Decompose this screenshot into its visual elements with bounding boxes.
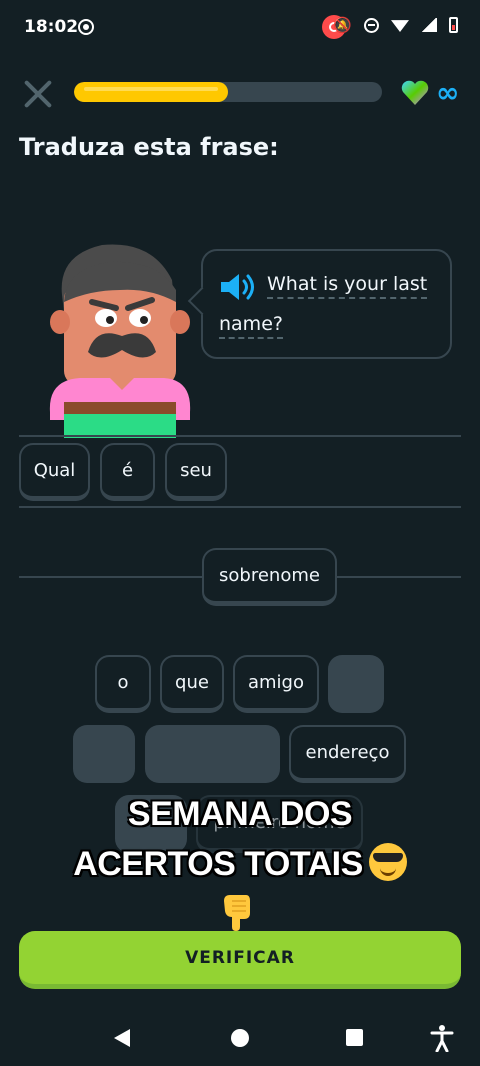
page-title: Traduza esta frase: [19,133,279,161]
status-icons: 🔕 [333,16,458,34]
pointing-down-emoji-icon [224,895,250,931]
word-bank-empty-slot [145,725,280,783]
answer-word-tile[interactable]: é [100,443,155,501]
wifi-icon [391,20,409,32]
answer-line [19,435,461,437]
signal-icon [421,18,437,32]
nav-back-icon[interactable] [114,1029,130,1047]
word-bank-empty-slot [328,655,384,713]
speaker-icon[interactable] [219,271,257,303]
notifications-off-icon: 🔕 [333,16,352,34]
hearts-count: ∞ [436,76,460,109]
word-bank-tile[interactable]: o [95,655,151,713]
progress-bar [74,82,382,102]
progress-fill [74,82,228,102]
overlay-caption-line1: SEMANA DOS [127,795,353,833]
sunglasses-emoji-icon [368,843,407,881]
answer-word-tile[interactable]: Qual [19,443,90,501]
status-bar: 18:02 🔕 [0,0,480,56]
prompt-text[interactable]: name? [219,313,283,339]
do-not-disturb-icon [364,17,379,33]
character-illustration [49,244,191,438]
status-time: 18:02 [24,17,79,37]
answer-word-tile[interactable]: seu [165,443,227,501]
check-button[interactable]: VERIFICAR [19,931,461,989]
word-bank-tile[interactable]: que [160,655,224,713]
cast-icon [78,19,94,35]
heart-icon [401,80,429,105]
answer-line [19,506,461,508]
word-bank-tile[interactable]: endereço [289,725,406,783]
word-bank-empty-slot [73,725,135,783]
close-icon[interactable] [22,78,54,110]
battery-low-icon [449,17,458,33]
answer-word-tile[interactable]: sobrenome [202,548,337,606]
word-bank-tile[interactable]: amigo [233,655,319,713]
overlay-caption-text: ACERTOS TOTAIS [73,845,363,883]
speech-bubble: What is your last name? [201,249,452,359]
nav-home-icon[interactable] [231,1029,249,1047]
overlay-caption-line2: ACERTOS TOTAIS [0,843,480,884]
prompt-text[interactable]: What is your last [267,273,428,299]
nav-recents-icon[interactable] [346,1029,363,1046]
accessibility-icon[interactable] [430,1024,454,1052]
